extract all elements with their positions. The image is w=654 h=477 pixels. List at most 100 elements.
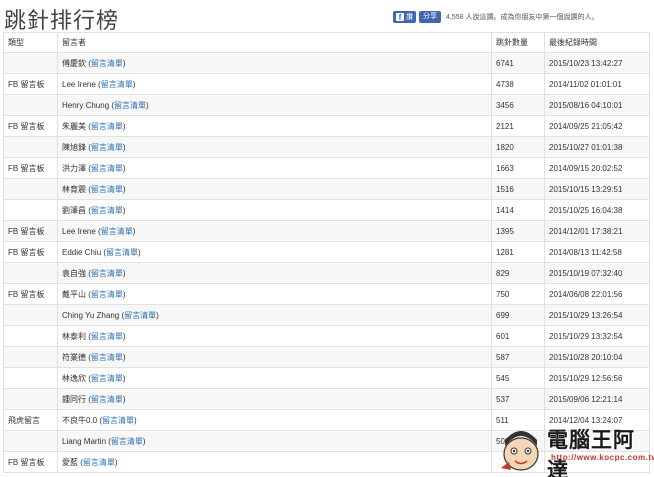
row-last-time: 2015/10/15 13:29:51 [544,178,650,200]
row-last-time: 2015/10/23 13:42:27 [544,52,650,74]
row-type [3,367,58,389]
row-commenter: Lee Irene (留言清單) [57,73,492,95]
comment-list-link[interactable]: 留言清單 [111,437,143,446]
facebook-like-label: 讚 [406,14,413,21]
row-count: 537 [491,388,545,410]
row-commenter: 林逸欣 (留言清單) [57,367,492,389]
comment-list-link[interactable]: 留言清單 [91,353,123,362]
page-header: 跳針排行榜 f 讚 分享 4,558 人說這讚。成為你朋友中第一個說讚的人。 [0,0,654,34]
row-type [3,178,58,200]
row-type [3,199,58,221]
row-type [3,52,58,74]
site-watermark: 電腦王阿達 http://www.kocpc.com.tw [497,420,654,477]
commenter-name: Eddie Chiu [62,247,102,257]
row-type: FB 留言板 [3,157,58,179]
commenter-name: 林逸欣 [62,373,86,383]
page-title: 跳針排行榜 [4,9,120,34]
row-type: FB 留言板 [3,73,58,95]
comment-list-link[interactable]: 留言清單 [91,59,123,68]
commenter-name: 林育震 [62,184,86,194]
facebook-like-button[interactable]: f 讚 [393,11,416,23]
row-last-time: 2015/10/29 13:26:54 [544,304,650,326]
comment-list-link[interactable]: 留言清單 [83,458,115,467]
comment-list-link[interactable]: 留言清單 [91,143,123,152]
row-commenter: 林育震 (留言清單) [57,178,492,200]
row-count: 587 [491,346,545,368]
commenter-name: Lee Irene [62,226,96,236]
row-commenter: 傅慶欽 (留言清單) [57,52,492,74]
row-count: 1414 [491,199,545,221]
commenter-name: 戴平山 [62,289,86,299]
row-last-time: 2015/08/16 04:10:01 [544,94,650,116]
commenter-name: 洪力澤 [62,163,86,173]
table-header-row: 類型 留言者 跳針數量 最後紀錄時間 [3,32,650,53]
table-row: FB 留言板 洪力澤 (留言清單) 1663 2014/09/15 20:02:52 [3,157,650,179]
commenter-name: Ching Yu Zhang [62,310,120,320]
header-last-time: 最後紀錄時間 [544,32,650,53]
row-type: FB 留言板 [3,283,58,305]
row-type [3,346,58,368]
comment-list-link[interactable]: 留言清單 [91,395,123,404]
row-commenter: 符業德 (留言清單) [57,346,492,368]
table-row: Henry Chung (留言清單) 3456 2015/08/16 04:10:0… [3,94,650,116]
table-row: 鍾同行 (留言清單) 537 2015/09/06 12:21:14 [3,388,650,410]
row-count: 829 [491,262,545,284]
table-row: FB 留言板 Lee Irene (留言清單) 1395 2014/12/01 17:… [3,220,650,242]
row-type [3,304,58,326]
comment-list-link[interactable]: 留言清單 [91,290,123,299]
table-row: 林逸欣 (留言清單) 545 2015/10/29 12:56:56 [3,367,650,389]
commenter-name: 不良牛0.0 [62,415,98,425]
table-row: FB 留言板 Eddie Chiu (留言清單) 1281 2014/08/13 11… [3,241,650,263]
commenter-name: 陳旭鋒 [62,142,86,152]
facebook-icon: f [396,13,404,22]
row-count: 1281 [491,241,545,263]
row-type: FB 留言板 [3,241,58,263]
row-commenter: 洪力澤 (留言清單) [57,157,492,179]
row-type [3,430,58,452]
row-type [3,262,58,284]
comment-list-link[interactable]: 留言清單 [91,269,123,278]
commenter-name: 朱麗美 [62,121,86,131]
commenter-name: 鍾同行 [62,394,86,404]
table-row: 林泰利 (留言清單) 601 2015/10/29 13:32:54 [3,325,650,347]
table-row: 符業德 (留言清單) 587 2015/10/28 20:10:04 [3,346,650,368]
comment-list-link[interactable]: 留言清單 [102,416,134,425]
commenter-name: Liang Martin [62,436,107,446]
comment-list-link[interactable]: 留言清單 [91,374,123,383]
row-type [3,388,58,410]
mascot-logo [501,431,539,471]
comment-list-link[interactable]: 留言清單 [91,185,123,194]
row-type: FB 留言板 [3,115,58,137]
watermark-url: http://www.kocpc.com.tw [551,453,654,462]
comment-list-link[interactable]: 留言清單 [91,122,123,131]
row-count: 1820 [491,136,545,158]
comment-list-link[interactable]: 留言清單 [106,248,138,257]
row-commenter: 袁自強 (留言清單) [57,262,492,284]
header-commenter: 留言者 [57,32,492,53]
table-row: 劉澤昌 (留言清單) 1414 2015/10/25 16:04:38 [3,199,650,221]
watermark-brand: 電腦王阿達 [547,428,635,477]
comment-list-link[interactable]: 留言清單 [91,206,123,215]
row-type [3,94,58,116]
comment-list-link[interactable]: 留言清單 [91,164,123,173]
row-count: 545 [491,367,545,389]
comment-list-link[interactable]: 留言清單 [91,332,123,341]
row-last-time: 2014/08/13 11:42:58 [544,241,650,263]
comment-list-link[interactable]: 留言清單 [124,311,156,320]
row-commenter: Lee Irene (留言清單) [57,220,492,242]
row-type: 飛虎留言 [3,409,58,431]
row-count: 1663 [491,157,545,179]
row-type: FB 留言板 [3,220,58,242]
row-type: FB 留言板 [3,451,58,473]
facebook-share-button[interactable]: 分享 [419,11,441,23]
row-count: 1516 [491,178,545,200]
row-count: 699 [491,304,545,326]
row-last-time: 2015/10/28 20:10:04 [544,346,650,368]
row-count: 6741 [491,52,545,74]
comment-list-link[interactable]: 留言清單 [114,101,146,110]
row-count: 2121 [491,115,545,137]
comment-list-link[interactable]: 留言清單 [101,80,133,89]
table-row: FB 留言板 Lee Irene (留言清單) 4738 2014/11/02 01:… [3,73,650,95]
row-commenter: Eddie Chiu (留言清單) [57,241,492,263]
comment-list-link[interactable]: 留言清單 [101,227,133,236]
